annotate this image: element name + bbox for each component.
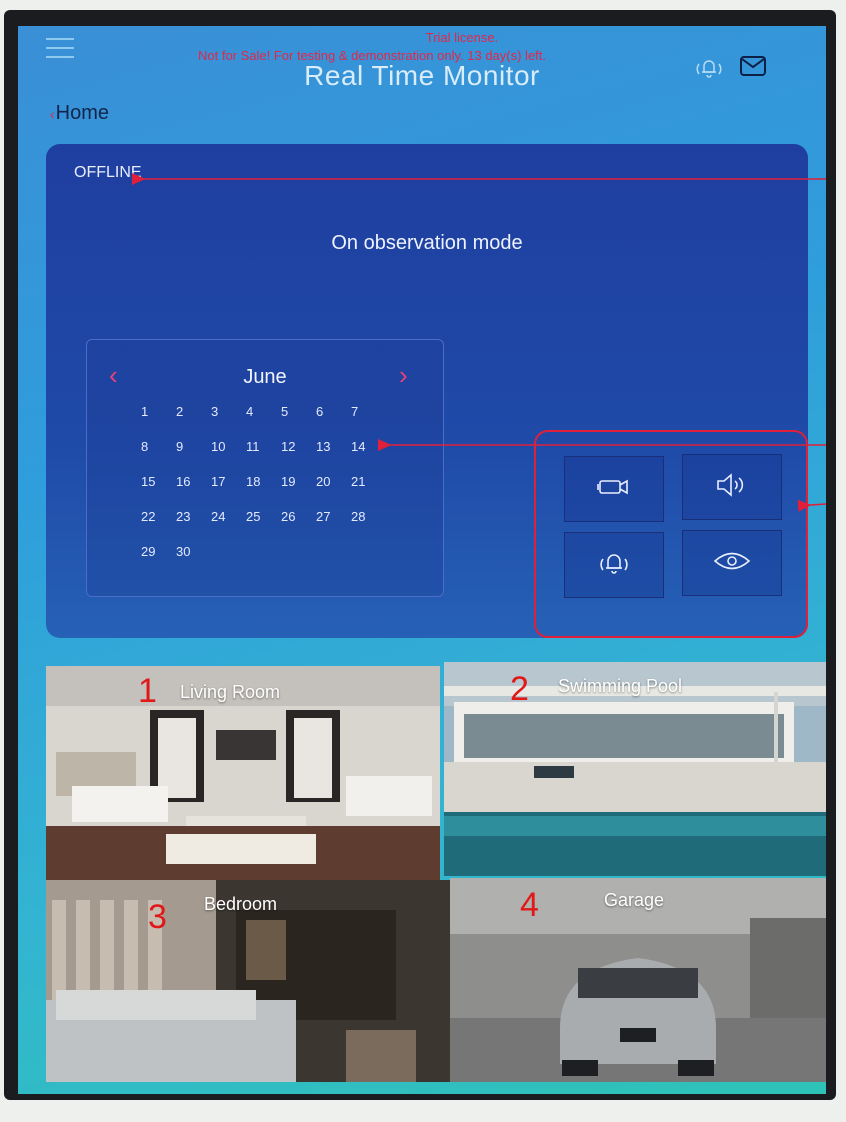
calendar-day[interactable]: 17 — [211, 474, 246, 509]
observe-button[interactable] — [682, 530, 782, 596]
connection-status: OFFLINE — [74, 164, 142, 181]
calendar-day[interactable]: 8 — [141, 439, 176, 474]
breadcrumb-home[interactable]: Home — [56, 102, 109, 124]
mail-icon[interactable] — [740, 56, 766, 76]
calendar-day[interactable]: 13 — [316, 439, 351, 474]
app-header: Real Time Monitor Trial license. Not for… — [18, 26, 826, 106]
calendar-day[interactable]: 14 — [351, 439, 386, 474]
room-number: 1 — [138, 672, 157, 710]
camera-button[interactable] — [564, 456, 664, 522]
control-buttons-group — [534, 430, 808, 638]
calendar-day[interactable]: 1 — [141, 404, 176, 439]
calendar-day[interactable]: 24 — [211, 509, 246, 544]
trial-license-notice: Trial license. — [425, 30, 499, 45]
calendar-day[interactable]: 22 — [141, 509, 176, 544]
room-number: 4 — [520, 886, 539, 924]
calendar-day[interactable]: 6 — [316, 404, 351, 439]
room-camera-grid: 1 Living Room 2 Swimming Pool 3 Bedroom … — [46, 662, 826, 1082]
calendar-day[interactable]: 25 — [246, 509, 281, 544]
calendar-day[interactable]: 10 — [211, 439, 246, 474]
room-label: Bedroom — [204, 894, 278, 914]
calendar-day[interactable]: 26 — [281, 509, 316, 544]
calendar-day[interactable]: 5 — [281, 404, 316, 439]
alarm-bell-icon[interactable] — [694, 56, 724, 80]
calendar-week-row: 1234567 — [141, 404, 386, 439]
calendar-grid: 1 2 3 4 5 6 7 8 9 10 11 12 13 14 15 16 17 18 19 20 21 22 23 24 2… — [141, 404, 386, 579]
calendar: ‹ June › 1 2 3 4 5 6 7 8 9 10 11 12 13 14 15 16 17 18 19 20… — [86, 339, 444, 597]
tablet-frame: Real Time Monitor Trial license. Not for… — [4, 10, 836, 1100]
calendar-week-row: 29 30 — [141, 544, 386, 579]
calendar-week-row: 22 23 24 25 26 27 28 — [141, 509, 386, 544]
calendar-day[interactable]: 7 — [351, 404, 386, 439]
room-tile-garage[interactable]: 4 Garage — [450, 878, 826, 1082]
chevron-right-icon[interactable]: › — [399, 360, 408, 391]
calendar-month: June — [243, 366, 287, 388]
calendar-day[interactable]: 16 — [176, 474, 211, 509]
calendar-day[interactable]: 21 — [351, 474, 386, 509]
calendar-week-row: 15 16 17 18 19 20 21 — [141, 474, 386, 509]
room-tile-swimming-pool[interactable]: 2 Swimming Pool — [444, 662, 826, 876]
chevron-left-icon: ‹ — [50, 106, 55, 122]
calendar-day[interactable]: 28 — [351, 509, 386, 544]
calendar-day[interactable]: 11 — [246, 439, 281, 474]
mode-text: On observation mode — [331, 232, 523, 254]
eye-icon — [712, 550, 752, 577]
calendar-day[interactable]: 18 — [246, 474, 281, 509]
trial-license-warning: Not for Sale! For testing & demonstratio… — [197, 48, 547, 63]
calendar-day[interactable]: 3 — [211, 404, 246, 439]
calendar-day[interactable]: 23 — [176, 509, 211, 544]
room-number: 2 — [510, 670, 529, 708]
calendar-day[interactable]: 15 — [141, 474, 176, 509]
status-panel: OFFLINE On observation mode ‹ June › 123… — [46, 144, 808, 638]
room-label: Swimming Pool — [558, 676, 683, 696]
room-label: Living Room — [180, 682, 281, 702]
calendar-day[interactable]: 19 — [281, 474, 316, 509]
calendar-day[interactable]: 20 — [316, 474, 351, 509]
calendar-day[interactable]: 4 — [246, 404, 281, 439]
calendar-day[interactable]: 27 — [316, 509, 351, 544]
calendar-week-row: 8 9 10 11 12 13 14 — [141, 439, 386, 474]
calendar-day[interactable]: 2 — [176, 404, 211, 439]
breadcrumb[interactable]: ‹Home — [50, 102, 109, 125]
alarm-bell-icon — [597, 550, 631, 581]
room-tile-living-room[interactable]: 1 Living Room — [46, 666, 440, 880]
speaker-icon — [715, 472, 749, 502]
alarm-button[interactable] — [564, 532, 664, 598]
app-screen: Real Time Monitor Trial license. Not for… — [18, 26, 826, 1094]
calendar-day[interactable]: 29 — [141, 544, 176, 579]
calendar-day[interactable]: 12 — [281, 439, 316, 474]
speaker-button[interactable] — [682, 454, 782, 520]
calendar-day[interactable]: 9 — [176, 439, 211, 474]
room-label: Garage — [604, 890, 665, 910]
room-number: 3 — [148, 898, 167, 936]
calendar-day[interactable]: 30 — [176, 544, 211, 579]
room-tile-bedroom[interactable]: 3 Bedroom — [46, 880, 450, 1082]
camera-icon — [597, 477, 631, 502]
annotation-arrow-controls — [797, 499, 826, 512]
